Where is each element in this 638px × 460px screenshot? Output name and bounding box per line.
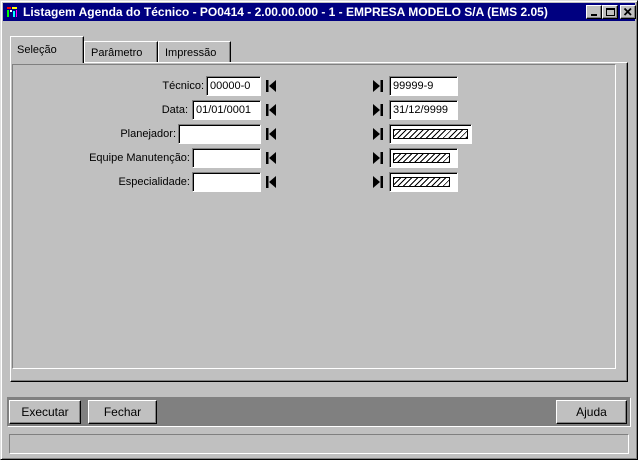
last-record-icon[interactable] (372, 80, 384, 92)
planejador-from-input[interactable] (178, 124, 261, 144)
equipe-manutencao-from-input[interactable] (192, 148, 261, 168)
hatch-placeholder (393, 129, 468, 139)
ajuda-button[interactable]: Ajuda (556, 400, 627, 424)
maximize-icon (606, 8, 615, 16)
especialidade-label: Especialidade: (118, 176, 190, 188)
app-icon[interactable] (6, 6, 18, 18)
equipe-manutencao-label: Equipe Manutenção: (89, 152, 190, 164)
last-record-icon[interactable] (372, 176, 384, 188)
especialidade-from-input[interactable] (192, 172, 261, 192)
executar-button[interactable]: Executar (9, 400, 81, 424)
title-bar[interactable]: Listagem Agenda do Técnico - PO0414 - 2.… (3, 3, 636, 21)
data-to-input[interactable]: 31/12/9999 (389, 100, 458, 120)
tecnico-from-input[interactable]: 00000-0 (206, 76, 261, 96)
planejador-to-input[interactable] (389, 124, 472, 144)
data-label: Data: (161, 104, 188, 116)
planejador-label: Planejador: (120, 128, 176, 140)
tab-selecao[interactable]: Seleção (10, 36, 84, 63)
close-icon (623, 7, 632, 16)
tab-label: Impressão (165, 47, 217, 59)
last-record-icon[interactable] (372, 128, 384, 140)
first-record-icon[interactable] (265, 128, 277, 140)
first-record-icon[interactable] (265, 176, 277, 188)
first-record-icon[interactable] (265, 152, 277, 164)
tab-label: Seleção (17, 44, 57, 56)
equipe-manutencao-to-input[interactable] (389, 148, 458, 168)
status-bar (9, 434, 629, 454)
fechar-button[interactable]: Fechar (88, 400, 157, 424)
tecnico-to-input[interactable]: 99999-9 (389, 76, 458, 96)
minimize-button[interactable] (586, 5, 602, 19)
hatch-placeholder (393, 177, 450, 187)
tab-parametro[interactable]: Parâmetro (84, 41, 158, 63)
window-title: Listagem Agenda do Técnico - PO0414 - 2.… (23, 5, 548, 19)
especialidade-to-input[interactable] (389, 172, 458, 192)
minimize-icon (591, 14, 597, 16)
data-from-input[interactable]: 01/01/0001 (192, 100, 261, 120)
maximize-button[interactable] (602, 5, 618, 19)
tab-impressao[interactable]: Impressão (158, 41, 231, 63)
last-record-icon[interactable] (372, 152, 384, 164)
tecnico-label: Técnico: (162, 80, 204, 92)
close-button[interactable] (620, 5, 636, 19)
first-record-icon[interactable] (265, 104, 277, 116)
last-record-icon[interactable] (372, 104, 384, 116)
hatch-placeholder (393, 153, 450, 163)
first-record-icon[interactable] (265, 80, 277, 92)
tab-label: Parâmetro (91, 47, 143, 59)
